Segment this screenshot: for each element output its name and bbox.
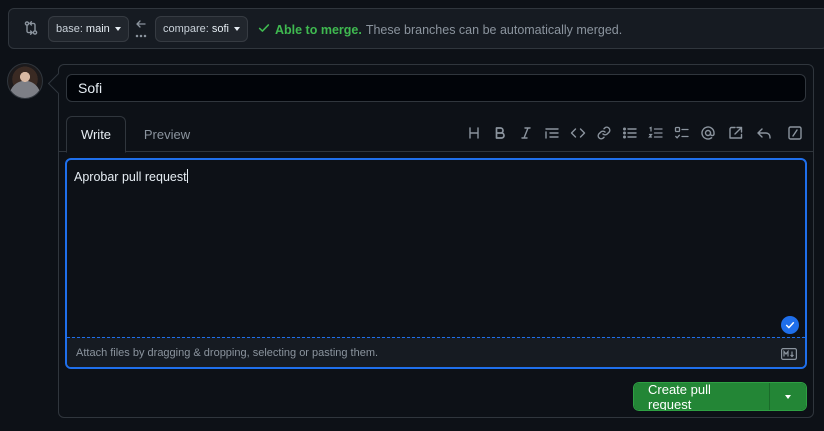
- attach-hint: Attach files by dragging & dropping, sel…: [76, 347, 379, 359]
- chevron-down-icon: [114, 27, 121, 31]
- git-compare-icon: [23, 20, 39, 36]
- compare-branch-select[interactable]: compare: sofi: [155, 16, 248, 42]
- merge-description: These branches can be automatically merg…: [365, 22, 623, 37]
- quote-icon[interactable]: [544, 125, 560, 141]
- base-label: base:: [56, 23, 83, 35]
- compare-bar: base: main compare: sofi Able to merge. …: [8, 8, 824, 49]
- create-options-dropdown[interactable]: [770, 383, 806, 410]
- compare-branch-name: sofi: [211, 23, 229, 35]
- attach-files-bar[interactable]: Attach files by dragging & dropping, sel…: [67, 337, 805, 367]
- mention-icon[interactable]: [700, 125, 716, 141]
- merge-ok-text: Able to merge.: [275, 22, 362, 37]
- check-icon: [257, 21, 271, 38]
- chevron-down-icon: [233, 27, 240, 31]
- base-branch-select[interactable]: base: main: [48, 16, 129, 42]
- editor-body-text: Aprobar pull request: [74, 170, 187, 184]
- reference-icon[interactable]: [728, 125, 744, 141]
- ordered-list-icon[interactable]: [648, 125, 664, 141]
- comment-editor[interactable]: Aprobar pull request Attach files by dra…: [65, 158, 807, 369]
- title-input[interactable]: [66, 74, 806, 102]
- unordered-list-icon[interactable]: [622, 125, 638, 141]
- tab-preview[interactable]: Preview: [139, 116, 195, 152]
- chevron-down-icon: [785, 394, 791, 399]
- task-list-icon[interactable]: [674, 125, 690, 141]
- pull-request-form: Write Preview Aprobar pull request: [58, 64, 814, 418]
- text-cursor: [186, 169, 188, 183]
- bold-icon[interactable]: [492, 125, 508, 141]
- slash-command-icon[interactable]: [787, 125, 803, 141]
- base-branch-name: main: [85, 23, 110, 35]
- tab-write[interactable]: Write: [66, 116, 126, 153]
- merge-status: Able to merge. These branches can be aut…: [257, 21, 622, 38]
- create-pull-request-group: Create pull request: [633, 382, 807, 411]
- avatar[interactable]: [7, 63, 43, 99]
- arrow-left-icon: [134, 18, 148, 42]
- saved-reply-icon[interactable]: [756, 125, 772, 141]
- create-pull-request-button[interactable]: Create pull request: [634, 383, 770, 410]
- markdown-icon[interactable]: [781, 347, 798, 361]
- link-icon[interactable]: [596, 125, 612, 141]
- italic-icon[interactable]: [518, 125, 534, 141]
- heading-icon[interactable]: [466, 125, 482, 141]
- code-icon[interactable]: [570, 125, 586, 141]
- compare-label: compare:: [163, 23, 209, 35]
- editor-body[interactable]: Aprobar pull request: [74, 169, 188, 184]
